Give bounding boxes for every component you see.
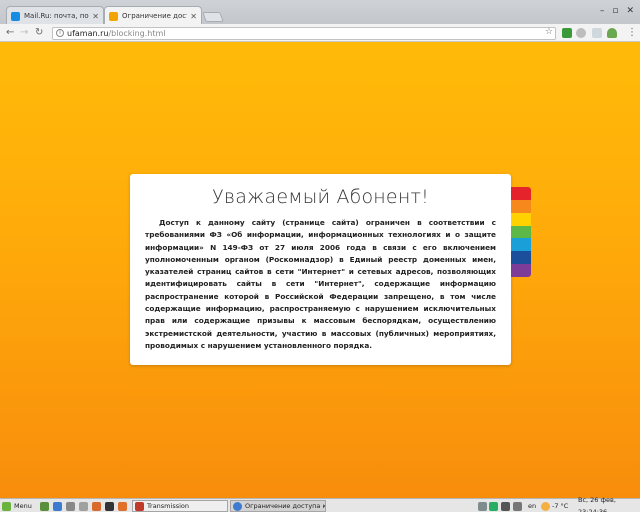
tray-app-icon[interactable] <box>478 502 487 511</box>
terminal-launcher-icon[interactable] <box>105 502 114 511</box>
weather-icon <box>541 502 550 511</box>
show-desktop-icon[interactable] <box>40 502 49 511</box>
tray-volume-icon[interactable] <box>513 502 522 511</box>
warning-favicon-icon <box>109 11 118 21</box>
close-window-icon[interactable]: ✕ <box>626 6 634 16</box>
address-bar[interactable]: i ufaman.ru/blocking.html ☆ <box>52 27 556 40</box>
close-tab-icon[interactable]: ✕ <box>190 12 197 21</box>
start-menu-button[interactable]: Menu <box>2 500 32 512</box>
extension-leaf-icon[interactable] <box>607 28 617 38</box>
transmission-icon <box>135 502 144 511</box>
color-stripe-4 <box>511 238 531 252</box>
reload-icon[interactable]: ↻ <box>35 26 43 40</box>
color-stripe-5 <box>511 251 531 265</box>
page-viewport: Уважаемый Абонент! Доступ к данному сайт… <box>0 42 640 498</box>
color-stripe-0 <box>511 187 531 200</box>
window-title: Transmission <box>147 502 189 510</box>
mailru-favicon-icon <box>11 11 20 21</box>
keyboard-layout[interactable]: en <box>528 500 536 512</box>
chrome-icon <box>233 502 242 511</box>
menu-logo-icon <box>2 501 11 511</box>
menu-dots-icon[interactable]: ⋮ <box>627 26 637 40</box>
tab-mailru[interactable]: Mail.Ru: почта, поиск в... ✕ <box>6 6 104 25</box>
firefox-launcher-icon[interactable] <box>118 502 127 511</box>
notice-title: Уважаемый Абонент! <box>212 186 429 208</box>
app-launcher-icon[interactable] <box>92 502 101 511</box>
tab-bar: Mail.Ru: почта, поиск в... ✕ Ограничение… <box>0 0 640 25</box>
color-stripe-6 <box>511 264 531 277</box>
maximize-icon[interactable]: ▫ <box>612 6 618 16</box>
url-path: /blocking.html <box>108 29 166 38</box>
tab-title: Ограничение доступа к... <box>122 12 187 20</box>
minimize-icon[interactable]: – <box>600 6 605 16</box>
settings-launcher-icon[interactable] <box>79 502 88 511</box>
tab-title: Mail.Ru: почта, поиск в... <box>24 12 89 20</box>
close-tab-icon[interactable]: ✕ <box>92 12 99 21</box>
window-controls: – ▫ ✕ <box>600 6 634 16</box>
extension-circle-icon[interactable] <box>576 28 586 38</box>
browser-toolbar: ← → ↻ i ufaman.ru/blocking.html ☆ ⋮ <box>0 24 640 42</box>
color-stripe-decoration <box>511 187 531 277</box>
bookmark-star-icon[interactable]: ☆ <box>545 27 553 38</box>
url-host: ufaman.ru <box>67 29 109 38</box>
taskbar-window-browser[interactable]: Ограничение доступа к ... <box>230 500 326 512</box>
color-stripe-2 <box>511 212 531 226</box>
temperature: -7 °C <box>552 502 569 510</box>
new-tab-button[interactable] <box>202 12 224 22</box>
notice-card: Уважаемый Абонент! Доступ к данному сайт… <box>130 174 511 365</box>
notice-text: Доступ к данному сайту (странице сайта) … <box>145 218 496 350</box>
extension-cloud-icon[interactable] <box>592 28 602 38</box>
chrome-launcher-icon[interactable] <box>53 502 62 511</box>
color-stripe-1 <box>511 199 531 213</box>
window-title: Ограничение доступа к ... <box>245 502 326 510</box>
menu-label: Menu <box>14 502 32 510</box>
clock[interactable]: Вс, 26 фев, 23:24:36 <box>578 496 640 512</box>
files-launcher-icon[interactable] <box>66 502 75 511</box>
back-icon[interactable]: ← <box>6 26 14 40</box>
info-icon[interactable]: i <box>56 29 64 37</box>
tray-update-icon[interactable] <box>489 502 498 511</box>
color-stripe-3 <box>511 225 531 239</box>
extension-shield-icon[interactable] <box>562 28 572 38</box>
tray-network-icon[interactable] <box>501 502 510 511</box>
tab-blocking[interactable]: Ограничение доступа к... ✕ <box>104 6 202 25</box>
taskbar: Menu Transmission Ограничение доступа к … <box>0 496 640 512</box>
forward-icon[interactable]: → <box>20 26 28 40</box>
taskbar-window-transmission[interactable]: Transmission <box>132 500 228 512</box>
